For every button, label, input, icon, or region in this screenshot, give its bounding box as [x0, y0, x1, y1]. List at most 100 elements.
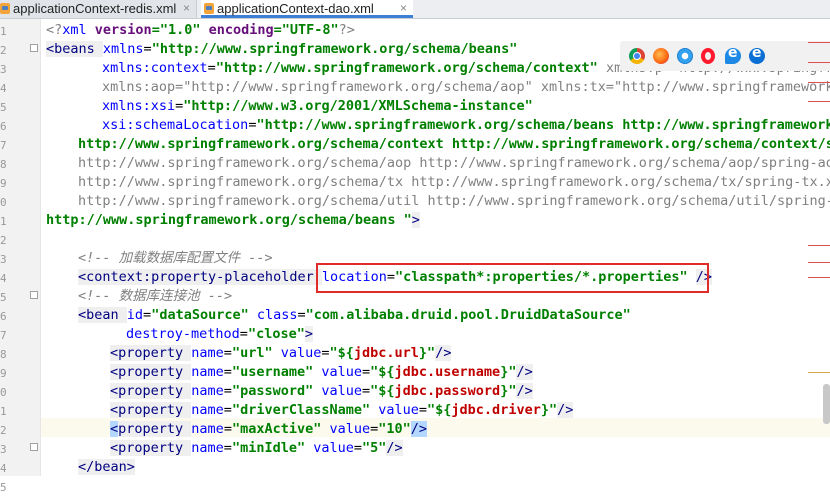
code-token: }" [540, 402, 558, 418]
line-number: 3 [0, 63, 6, 76]
error-marker[interactable] [808, 245, 830, 246]
code-token: ?> [338, 22, 355, 38]
code-token: /> [516, 364, 533, 380]
code-line[interactable]: <?xml version="1.0" encoding="UTF-8"?> [46, 21, 355, 40]
line-number: 6 [0, 310, 6, 323]
editor-tab-bar: applicationContext-redis.xml × applicati… [0, 0, 830, 19]
code-token: property [118, 421, 192, 437]
tab-application-context-redis[interactable]: applicationContext-redis.xml × [0, 0, 197, 18]
fold-toggle-icon[interactable] [30, 443, 38, 451]
code-token: = [143, 307, 152, 323]
line-number: 8 [0, 158, 6, 171]
edge-icon[interactable] [725, 45, 741, 64]
code-token: name [191, 383, 224, 399]
code-token: /> [557, 402, 574, 418]
safari-icon[interactable] [677, 48, 693, 64]
code-token: /> [410, 421, 428, 437]
code-line[interactable]: <property name="maxActive" value="10"/> [110, 420, 428, 439]
fold-toggle-icon[interactable] [30, 291, 38, 299]
code-token: = [143, 41, 152, 57]
code-token: = [223, 402, 232, 418]
code-line[interactable]: http://www.springframework.org/schema/ut… [78, 192, 830, 211]
code-line[interactable]: <property name="username" value="${jdbc.… [110, 363, 533, 382]
code-token: jdbc.url [353, 345, 419, 361]
code-token: = [207, 60, 216, 76]
code-token: "username" [231, 364, 322, 380]
code-editor[interactable]: <?xml version="1.0" encoding="UTF-8"?> <b… [46, 19, 830, 476]
code-token: <!-- 数据库连接池 --> [78, 288, 233, 304]
code-line[interactable]: <property name="url" value="${jdbc.url}"… [110, 344, 452, 363]
warning-marker[interactable] [808, 372, 830, 373]
line-number: 5 [0, 291, 6, 304]
line-number: 4 [0, 272, 6, 285]
code-token: <property [110, 345, 192, 361]
code-token: xmlns:aop="http://www.springframework.or… [102, 79, 830, 95]
code-token: class [256, 307, 298, 323]
tab-label: applicationContext-redis.xml [13, 1, 177, 16]
line-number: 5 [0, 101, 6, 114]
chrome-icon[interactable] [629, 48, 645, 64]
code-line[interactable]: <beans xmlns="http://www.springframework… [46, 40, 517, 59]
code-line[interactable]: <bean id="dataSource" class="com.alibaba… [78, 306, 631, 325]
code-token: <? [46, 22, 63, 38]
code-token: "maxActive" [231, 421, 330, 437]
code-token: xsi:schemaLocation [102, 117, 249, 133]
error-marker[interactable] [808, 262, 830, 263]
code-token: }" [418, 345, 436, 361]
tab-application-context-dao[interactable]: applicationContext-dao.xml × [201, 0, 413, 18]
firefox-icon[interactable] [653, 48, 669, 64]
code-line[interactable]: http://www.springframework.org/schema/tx… [78, 173, 830, 192]
line-number: 2 [0, 44, 6, 57]
close-icon[interactable]: × [400, 0, 407, 17]
code-token: "http://www.w3.org/2001/XMLSchema-instan… [183, 98, 533, 114]
line-number: 0 [0, 196, 6, 209]
error-marker[interactable] [808, 82, 830, 83]
code-line[interactable]: http://www.springframework.org/schema/be… [46, 211, 420, 230]
code-line[interactable]: <property name="minIdle" value="5"/> [110, 439, 403, 458]
code-line[interactable]: <property name="password" value="${jdbc.… [110, 382, 533, 401]
opera-icon[interactable] [701, 48, 715, 64]
tab-label: applicationContext-dao.xml [217, 1, 374, 16]
code-line[interactable]: xmlns:aop="http://www.springframework.or… [102, 78, 830, 97]
code-line[interactable]: destroy-method="close"> [126, 325, 313, 344]
line-number: 5 [0, 481, 6, 494]
code-token: > [411, 212, 420, 228]
code-token: "dataSource" [151, 307, 257, 323]
edge-icon[interactable] [749, 45, 765, 64]
code-token: "close" [247, 326, 305, 342]
error-marker[interactable] [808, 101, 830, 102]
code-line[interactable]: http://www.springframework.org/schema/co… [78, 135, 830, 154]
vertical-scrollbar-thumb[interactable] [823, 384, 830, 424]
code-token: = [239, 326, 248, 342]
code-token: jdbc.driver [451, 402, 541, 418]
line-number: 3 [0, 253, 6, 266]
line-number: 1 [0, 405, 6, 418]
code-token: "com.alibaba.druid.pool.DruidDataSource" [305, 307, 631, 323]
code-token: "minIdle" [231, 440, 314, 456]
code-line[interactable]: xmlns:xsi="http://www.w3.org/2001/XMLSch… [102, 97, 533, 116]
error-marker[interactable] [808, 277, 830, 278]
error-marker[interactable] [808, 62, 830, 63]
close-icon[interactable]: × [183, 0, 190, 17]
code-line[interactable]: <!-- 加载数据库配置文件 --> [78, 249, 273, 268]
code-token: value [313, 440, 354, 456]
code-token: "password" [231, 383, 322, 399]
code-token: "5" [362, 440, 387, 456]
fold-toggle-icon[interactable] [30, 44, 38, 52]
code-token: = [418, 402, 428, 418]
code-line[interactable]: </bean> [78, 458, 135, 476]
line-number: 8 [0, 348, 6, 361]
code-line[interactable]: <property name="driverClassName" value="… [110, 401, 574, 420]
code-line[interactable]: <!-- 数据库连接池 --> [78, 287, 232, 306]
code-token: "driverClassName" [231, 402, 379, 418]
code-line[interactable]: xsi:schemaLocation="http://www.springfra… [102, 116, 830, 135]
xml-file-icon [0, 3, 10, 14]
code-token: xmlns:context [102, 60, 208, 76]
code-token: ="UTF-8" [273, 22, 339, 38]
line-number: 9 [0, 177, 6, 190]
error-marker[interactable] [808, 42, 830, 43]
code-token: xml [62, 22, 95, 38]
line-number: 2 [0, 234, 6, 247]
code-line[interactable]: http://www.springframework.org/schema/ao… [78, 154, 830, 173]
line-number: 4 [0, 82, 6, 95]
